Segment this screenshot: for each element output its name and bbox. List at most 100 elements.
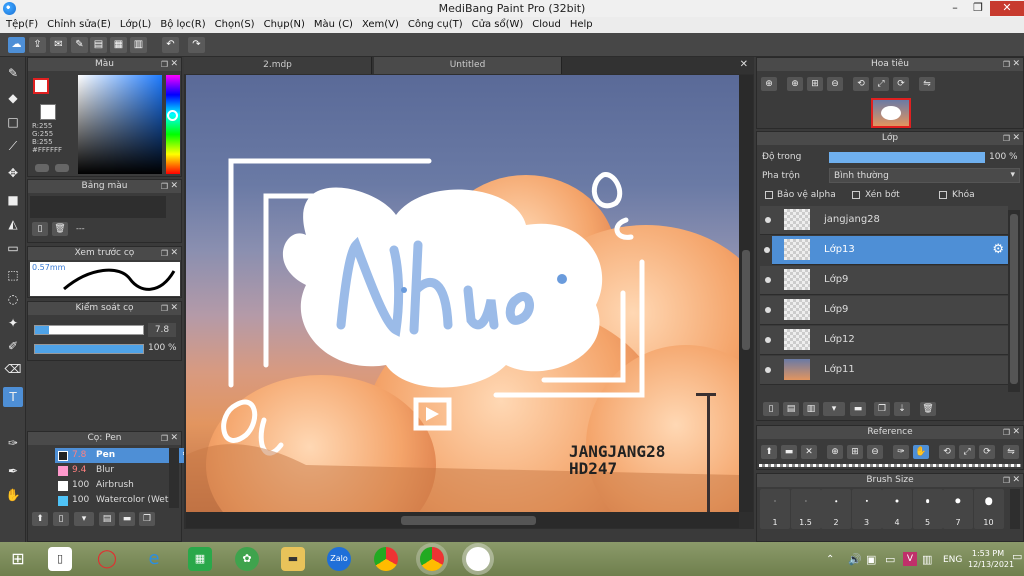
vpn-icon[interactable]: V (903, 552, 917, 566)
new-brush-icon[interactable]: ▯ (53, 512, 69, 526)
chat-icon[interactable]: ✎ (71, 37, 88, 53)
visibility-icon[interactable] (765, 367, 771, 373)
layer-row[interactable]: jangjang28 (760, 206, 1008, 235)
blend-mode-select[interactable]: Bình thường ▾ (829, 168, 1020, 183)
eyedropper-icon[interactable]: ✑ (3, 433, 23, 453)
dot-tool-icon[interactable]: ⟋ (3, 136, 23, 156)
edge-icon[interactable]: e (142, 547, 166, 571)
language-indicator[interactable]: ENG (943, 555, 962, 565)
tab-2mdp[interactable]: 2.mdp (184, 57, 372, 74)
zalo-icon[interactable]: Zalo (327, 547, 351, 571)
saturation-value-picker[interactable] (78, 75, 162, 174)
close-icon[interactable]: ✕ (170, 247, 178, 260)
menu-view[interactable]: Xem(V) (360, 17, 406, 33)
menu-cloud[interactable]: Cloud (530, 17, 568, 33)
brush-list-scrollbar[interactable] (169, 448, 179, 508)
brush-size-option-5[interactable]: 5 (912, 489, 943, 529)
new-8bit-layer-icon[interactable]: ▥ (803, 402, 819, 416)
canvas-vertical-scrollbar[interactable] (739, 75, 753, 512)
rectangle-tool-icon[interactable]: □ (3, 112, 23, 132)
tray-chevron-icon[interactable]: ⌃ (826, 554, 834, 565)
folder-icon[interactable]: ▬ (119, 512, 135, 526)
menu-file[interactable]: Tệp(F) (4, 17, 45, 33)
tray-app-icon[interactable]: ▣ (866, 553, 876, 566)
menu-select[interactable]: Chọn(S) (213, 17, 262, 33)
gear-icon[interactable]: ⚙ (992, 242, 1004, 257)
brush-size-option-4[interactable]: 4 (882, 489, 912, 529)
close-icon[interactable]: ✕ (170, 432, 178, 445)
fit-icon[interactable]: ⊞ (807, 77, 823, 91)
brush-size-value[interactable]: 7.8 (148, 323, 176, 337)
close-icon[interactable]: ✕ (170, 302, 178, 315)
maximize-button[interactable]: ❐ (966, 1, 990, 16)
hue-handle[interactable] (167, 110, 178, 121)
close-icon[interactable]: ✕ (1012, 58, 1020, 71)
add-brush-icon[interactable]: ⬆ (32, 512, 48, 526)
tab-untitled[interactable]: Untitled (374, 57, 562, 74)
menu-help[interactable]: Help (568, 17, 600, 33)
protect-alpha-checkbox[interactable] (765, 191, 773, 199)
medibang-icon[interactable] (466, 547, 490, 571)
brush-tool-icon[interactable]: ✎ (3, 63, 23, 83)
new-layer-icon[interactable]: ▯ (763, 402, 779, 416)
zoom-in-alt-icon[interactable]: ⊕ (787, 77, 803, 91)
operation-tool-icon[interactable]: ✒ (3, 461, 23, 481)
volume-icon[interactable]: 🔊 (848, 553, 862, 566)
reference-rotate-icon[interactable]: ⟲ (939, 445, 955, 459)
merge-layer-icon[interactable]: ⇣ (894, 402, 910, 416)
layer-row[interactable]: Lớp11 (760, 356, 1008, 385)
network-icon[interactable]: ▥ (922, 553, 932, 566)
lasso-tool-icon[interactable]: ◌ (3, 289, 23, 309)
reference-reset-icon[interactable]: ⟳ (979, 445, 995, 459)
windows-start-icon[interactable]: ⊞ (6, 547, 30, 571)
magic-wand-icon[interactable]: ✦ (3, 313, 23, 333)
brush-size-option-2[interactable]: 2 (821, 489, 851, 529)
close-icon[interactable]: ✕ (1012, 426, 1020, 439)
delete-palette-icon[interactable]: 🗑 (52, 222, 68, 236)
select-pen-icon[interactable]: ✐ (3, 336, 23, 356)
reference-zoom-out-icon[interactable]: ⊖ (867, 445, 883, 459)
select-tool-icon[interactable]: ⬚ (3, 265, 23, 285)
grid-icon[interactable]: ▥ (130, 37, 147, 53)
select-eraser-icon[interactable]: ⌫ (3, 359, 23, 379)
layer-folder-icon[interactable]: ▬ (850, 402, 866, 416)
close-icon[interactable]: ✕ (170, 58, 178, 71)
brush-size-option-3[interactable]: 3 (851, 489, 882, 529)
mirror-icon[interactable]: ⇋ (919, 77, 935, 91)
canvas-horizontal-scrollbar[interactable] (186, 512, 739, 528)
foreground-color-swatch[interactable] (33, 78, 49, 94)
zoom-out-icon[interactable]: ⊖ (827, 77, 843, 91)
close-icon[interactable]: ✕ (1012, 132, 1020, 145)
new-palette-icon[interactable]: ▯ (32, 222, 48, 236)
clock[interactable]: 1:53 PM 12/13/2021 (968, 548, 1014, 570)
close-button[interactable]: ✕ (990, 1, 1024, 16)
close-icon[interactable]: ✕ (170, 180, 178, 193)
lock-checkbox[interactable] (939, 191, 947, 199)
visibility-icon[interactable] (765, 337, 771, 343)
eraser-tool-icon[interactable]: ◆ (3, 88, 23, 108)
fill-rect-tool-icon[interactable]: ■ (3, 190, 23, 210)
chrome-icon[interactable] (374, 547, 398, 571)
chrome-profile-icon[interactable] (420, 547, 444, 571)
menu-snap[interactable]: Chụp(N) (262, 17, 312, 33)
minimize-button[interactable]: – (944, 1, 966, 16)
reference-flip-icon[interactable]: ⤢ (959, 445, 975, 459)
menu-filter[interactable]: Bộ lọc(R) (158, 17, 212, 33)
notification-icon[interactable]: ▭ (1012, 550, 1022, 563)
text-tool-icon[interactable]: T (3, 387, 23, 407)
layer-row[interactable]: Lớp9 (760, 296, 1008, 325)
brush-menu-icon[interactable]: ▾ (74, 512, 94, 526)
app-icon[interactable]: ✿ (235, 547, 259, 571)
reference-zoom-in-icon[interactable]: ⊕ (827, 445, 843, 459)
bucket-tool-icon[interactable]: ◭ (3, 214, 23, 234)
reference-fit-icon[interactable]: ⊞ (847, 445, 863, 459)
reference-open-icon[interactable]: ▬ (781, 445, 797, 459)
reset-rotate-icon[interactable]: ⟳ (893, 77, 909, 91)
reference-close-icon[interactable]: ✕ (801, 445, 817, 459)
upload-icon[interactable]: ⇪ (29, 37, 46, 53)
file-icon[interactable]: ▯ (48, 547, 72, 571)
brush-size-option-1[interactable]: 1 (760, 489, 790, 529)
brush-size-option-10[interactable]: 10 (973, 489, 1004, 529)
comment-icon[interactable]: ✉ (50, 37, 67, 53)
palette-area[interactable] (30, 196, 166, 218)
